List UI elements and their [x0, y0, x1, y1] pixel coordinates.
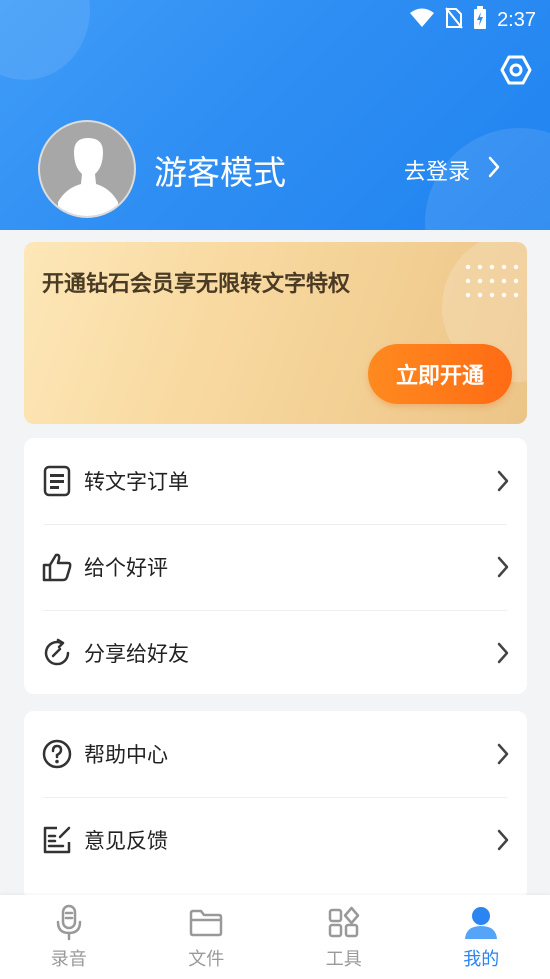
wifi-icon: [409, 8, 435, 32]
guest-mode-label: 游客模式: [154, 153, 286, 192]
login-link[interactable]: 去登录: [404, 154, 500, 186]
decor-dots: [462, 260, 522, 304]
menu-card-orders: 转文字订单 给个好评 分享给好友: [24, 438, 527, 694]
bottom-nav: 录音 文件 工具 我的: [0, 895, 550, 979]
battery-icon: [473, 6, 487, 34]
feedback-edit-icon: [40, 823, 74, 857]
tab-label: 录音: [50, 949, 87, 970]
document-list-icon: [40, 464, 74, 498]
chevron-right-icon: [495, 555, 511, 579]
menu-item-help-center[interactable]: 帮助中心: [24, 711, 527, 797]
menu-item-label: 帮助中心: [84, 743, 168, 767]
menu-card-help: 帮助中心 意见反馈: [24, 711, 527, 901]
tab-label: 文件: [188, 949, 225, 970]
tab-record[interactable]: 录音: [0, 895, 138, 979]
menu-item-feedback[interactable]: 意见反馈: [24, 797, 527, 883]
tab-label: 工具: [325, 949, 362, 970]
microphone-icon: [49, 903, 89, 943]
tab-files[interactable]: 文件: [138, 895, 276, 979]
settings-button[interactable]: [498, 54, 534, 90]
chevron-right-icon: [495, 742, 511, 766]
menu-item-label: 分享给好友: [84, 642, 189, 666]
settings-hexagon-icon: [500, 54, 532, 90]
profile-header: 2:37 游客模式 去登录: [0, 0, 550, 230]
tools-grid-icon: [324, 903, 364, 943]
tab-tools[interactable]: 工具: [275, 895, 413, 979]
avatar[interactable]: [38, 120, 136, 218]
share-refresh-icon: [40, 636, 74, 670]
decor-bubble: [0, 0, 90, 80]
menu-item-share[interactable]: 分享给好友: [24, 610, 527, 694]
chevron-right-icon: [495, 469, 511, 493]
tab-label: 我的: [463, 949, 500, 970]
chevron-right-icon: [488, 156, 500, 184]
user-icon: [461, 903, 501, 943]
default-user-icon: [58, 138, 118, 216]
thumbs-up-icon: [40, 550, 74, 584]
open-vip-button[interactable]: 立即开通: [368, 344, 512, 404]
menu-item-label: 意见反馈: [84, 829, 168, 853]
chevron-right-icon: [495, 828, 511, 852]
no-sim-icon: [445, 7, 463, 33]
menu-item-label: 给个好评: [84, 556, 168, 580]
login-label: 去登录: [404, 160, 471, 185]
menu-item-rate-app[interactable]: 给个好评: [24, 524, 527, 610]
status-bar: 2:37: [409, 6, 536, 34]
status-time: 2:37: [497, 8, 536, 31]
menu-item-transcribe-orders[interactable]: 转文字订单: [24, 438, 527, 524]
tab-me[interactable]: 我的: [413, 895, 550, 979]
vip-banner[interactable]: 开通钻石会员享无限转文字特权 立即开通: [24, 242, 527, 424]
vip-title: 开通钻石会员享无限转文字特权: [42, 272, 351, 297]
menu-item-label: 转文字订单: [84, 470, 189, 494]
help-circle-icon: [40, 737, 74, 771]
folder-icon: [186, 903, 226, 943]
chevron-right-icon: [495, 641, 511, 665]
